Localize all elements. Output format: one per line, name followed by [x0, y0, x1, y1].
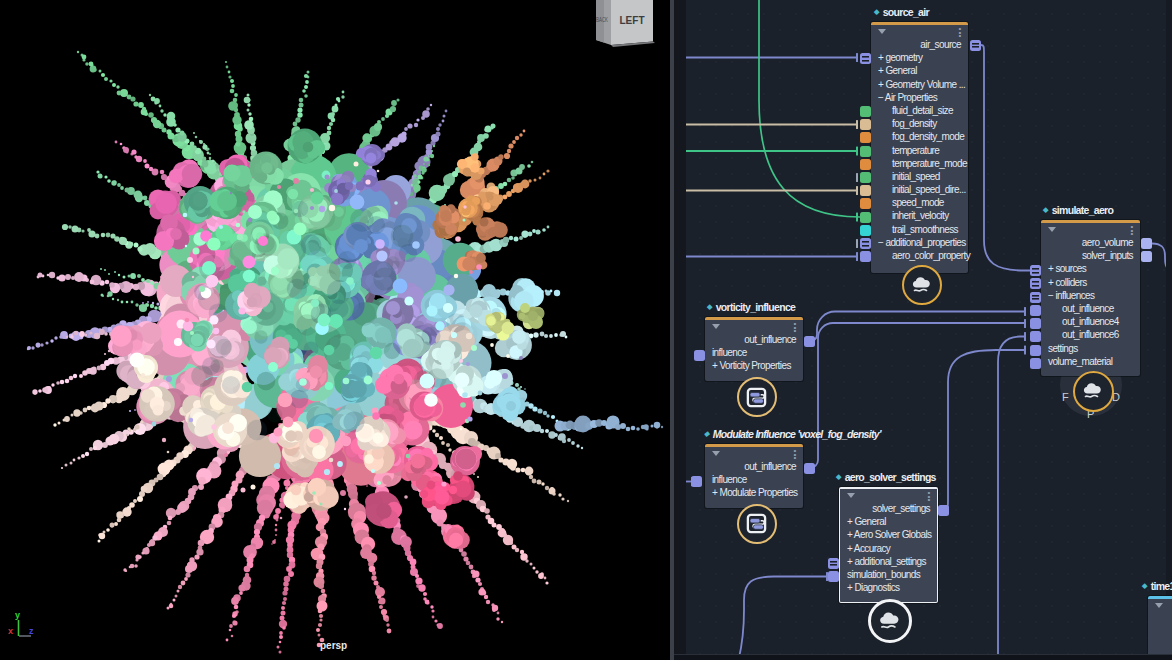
svg-text:z: z: [29, 626, 34, 636]
svg-text:LEFT: LEFT: [620, 15, 645, 26]
svg-text:BACK: BACK: [596, 16, 608, 23]
svg-text:x: x: [8, 626, 13, 636]
svg-text:y: y: [15, 610, 20, 620]
